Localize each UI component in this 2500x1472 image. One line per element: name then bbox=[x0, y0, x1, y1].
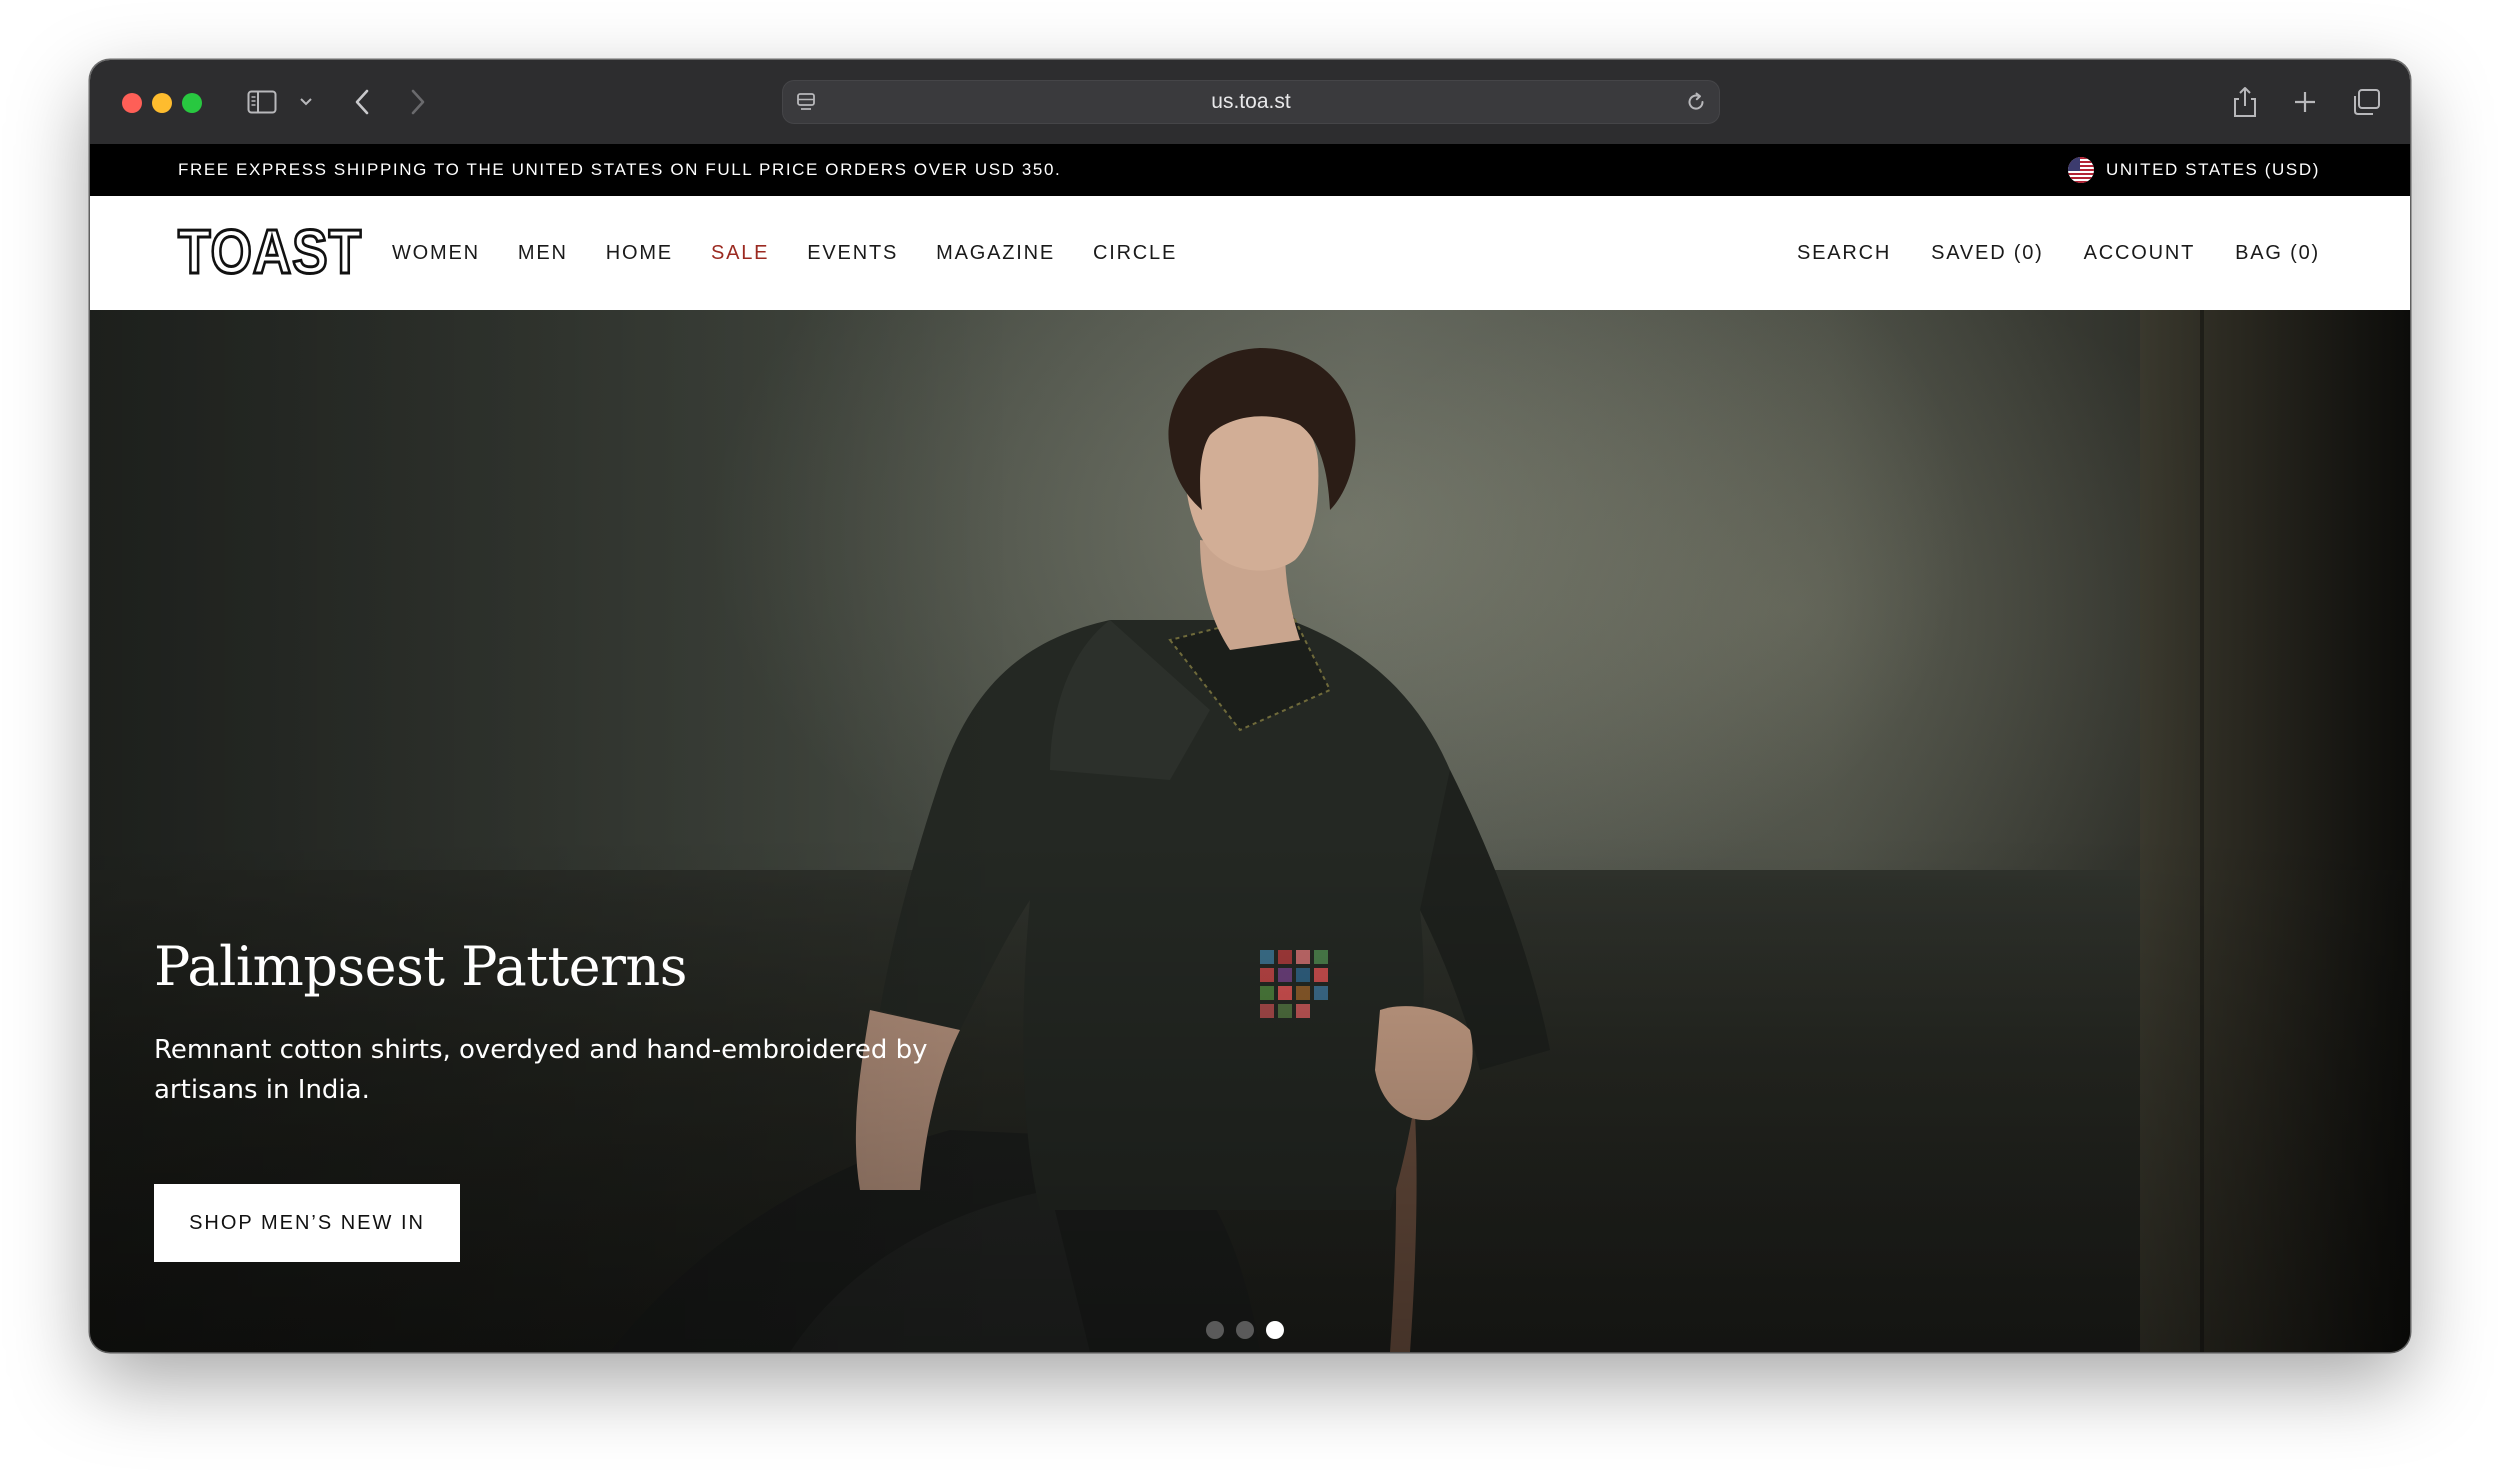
nav-item-sale[interactable]: SALE bbox=[711, 242, 769, 265]
browser-toolbar: us.toa.st bbox=[90, 60, 2410, 144]
carousel-dot-2[interactable] bbox=[1236, 1321, 1254, 1339]
search-link[interactable]: SEARCH bbox=[1797, 242, 1891, 265]
bag-link[interactable]: BAG (0) bbox=[2235, 242, 2320, 265]
carousel-dot-1[interactable] bbox=[1206, 1321, 1224, 1339]
hero-banner[interactable]: Palimpsest Patterns Remnant cotton shirt… bbox=[90, 310, 2410, 1352]
nav-item-events[interactable]: EVENTS bbox=[807, 242, 898, 265]
shop-mens-new-in-button[interactable]: SHOP MEN’S NEW IN bbox=[154, 1184, 460, 1262]
toast-logo[interactable]: TOAST bbox=[177, 220, 363, 285]
nav-item-home[interactable]: HOME bbox=[606, 242, 673, 265]
chevron-down-icon[interactable] bbox=[296, 84, 316, 120]
hero-title: Palimpsest Patterns bbox=[154, 935, 687, 998]
saved-link[interactable]: SAVED (0) bbox=[1931, 242, 2044, 265]
nav-item-circle[interactable]: CIRCLE bbox=[1093, 242, 1177, 265]
region-label: UNITED STATES (USD) bbox=[2106, 160, 2320, 179]
browser-window: us.toa.st FREE EXPRESS SHIPPING TO THE U… bbox=[90, 60, 2410, 1352]
zoom-window-button[interactable] bbox=[182, 93, 202, 113]
us-flag-icon bbox=[2068, 157, 2095, 183]
tab-overview-icon[interactable] bbox=[2350, 84, 2382, 120]
primary-menu: WOMEN MEN HOME SALE EVENTS MAGAZINE CIRC… bbox=[392, 196, 1215, 310]
shipping-message: FREE EXPRESS SHIPPING TO THE UNITED STAT… bbox=[178, 160, 1062, 179]
nav-item-women[interactable]: WOMEN bbox=[392, 242, 480, 265]
minimize-window-button[interactable] bbox=[152, 93, 172, 113]
sidebar-toggle-icon[interactable] bbox=[244, 84, 280, 120]
share-icon[interactable] bbox=[2230, 84, 2260, 120]
hero-subtitle: Remnant cotton shirts, overdyed and hand… bbox=[154, 1035, 928, 1105]
reload-icon[interactable] bbox=[1684, 90, 1708, 119]
close-window-button[interactable] bbox=[122, 93, 142, 113]
forward-icon[interactable] bbox=[404, 84, 432, 120]
address-bar[interactable]: us.toa.st bbox=[782, 80, 1720, 124]
new-tab-icon[interactable] bbox=[2290, 84, 2320, 120]
nav-item-magazine[interactable]: MAGAZINE bbox=[936, 242, 1055, 265]
carousel-dots bbox=[1206, 1321, 1284, 1339]
carousel-dot-3[interactable] bbox=[1266, 1321, 1284, 1339]
utility-menu: SEARCH SAVED (0) ACCOUNT BAG (0) bbox=[1757, 196, 2320, 310]
back-icon[interactable] bbox=[348, 84, 376, 120]
main-header: TOAST WOMEN MEN HOME SALE EVENTS MAGAZIN… bbox=[90, 196, 2410, 310]
url-text: us.toa.st bbox=[1211, 90, 1291, 113]
region-selector[interactable]: UNITED STATES (USD) bbox=[2068, 144, 2320, 196]
account-link[interactable]: ACCOUNT bbox=[2084, 242, 2196, 265]
nav-item-men[interactable]: MEN bbox=[518, 242, 568, 265]
promo-bar: FREE EXPRESS SHIPPING TO THE UNITED STAT… bbox=[90, 144, 2410, 196]
